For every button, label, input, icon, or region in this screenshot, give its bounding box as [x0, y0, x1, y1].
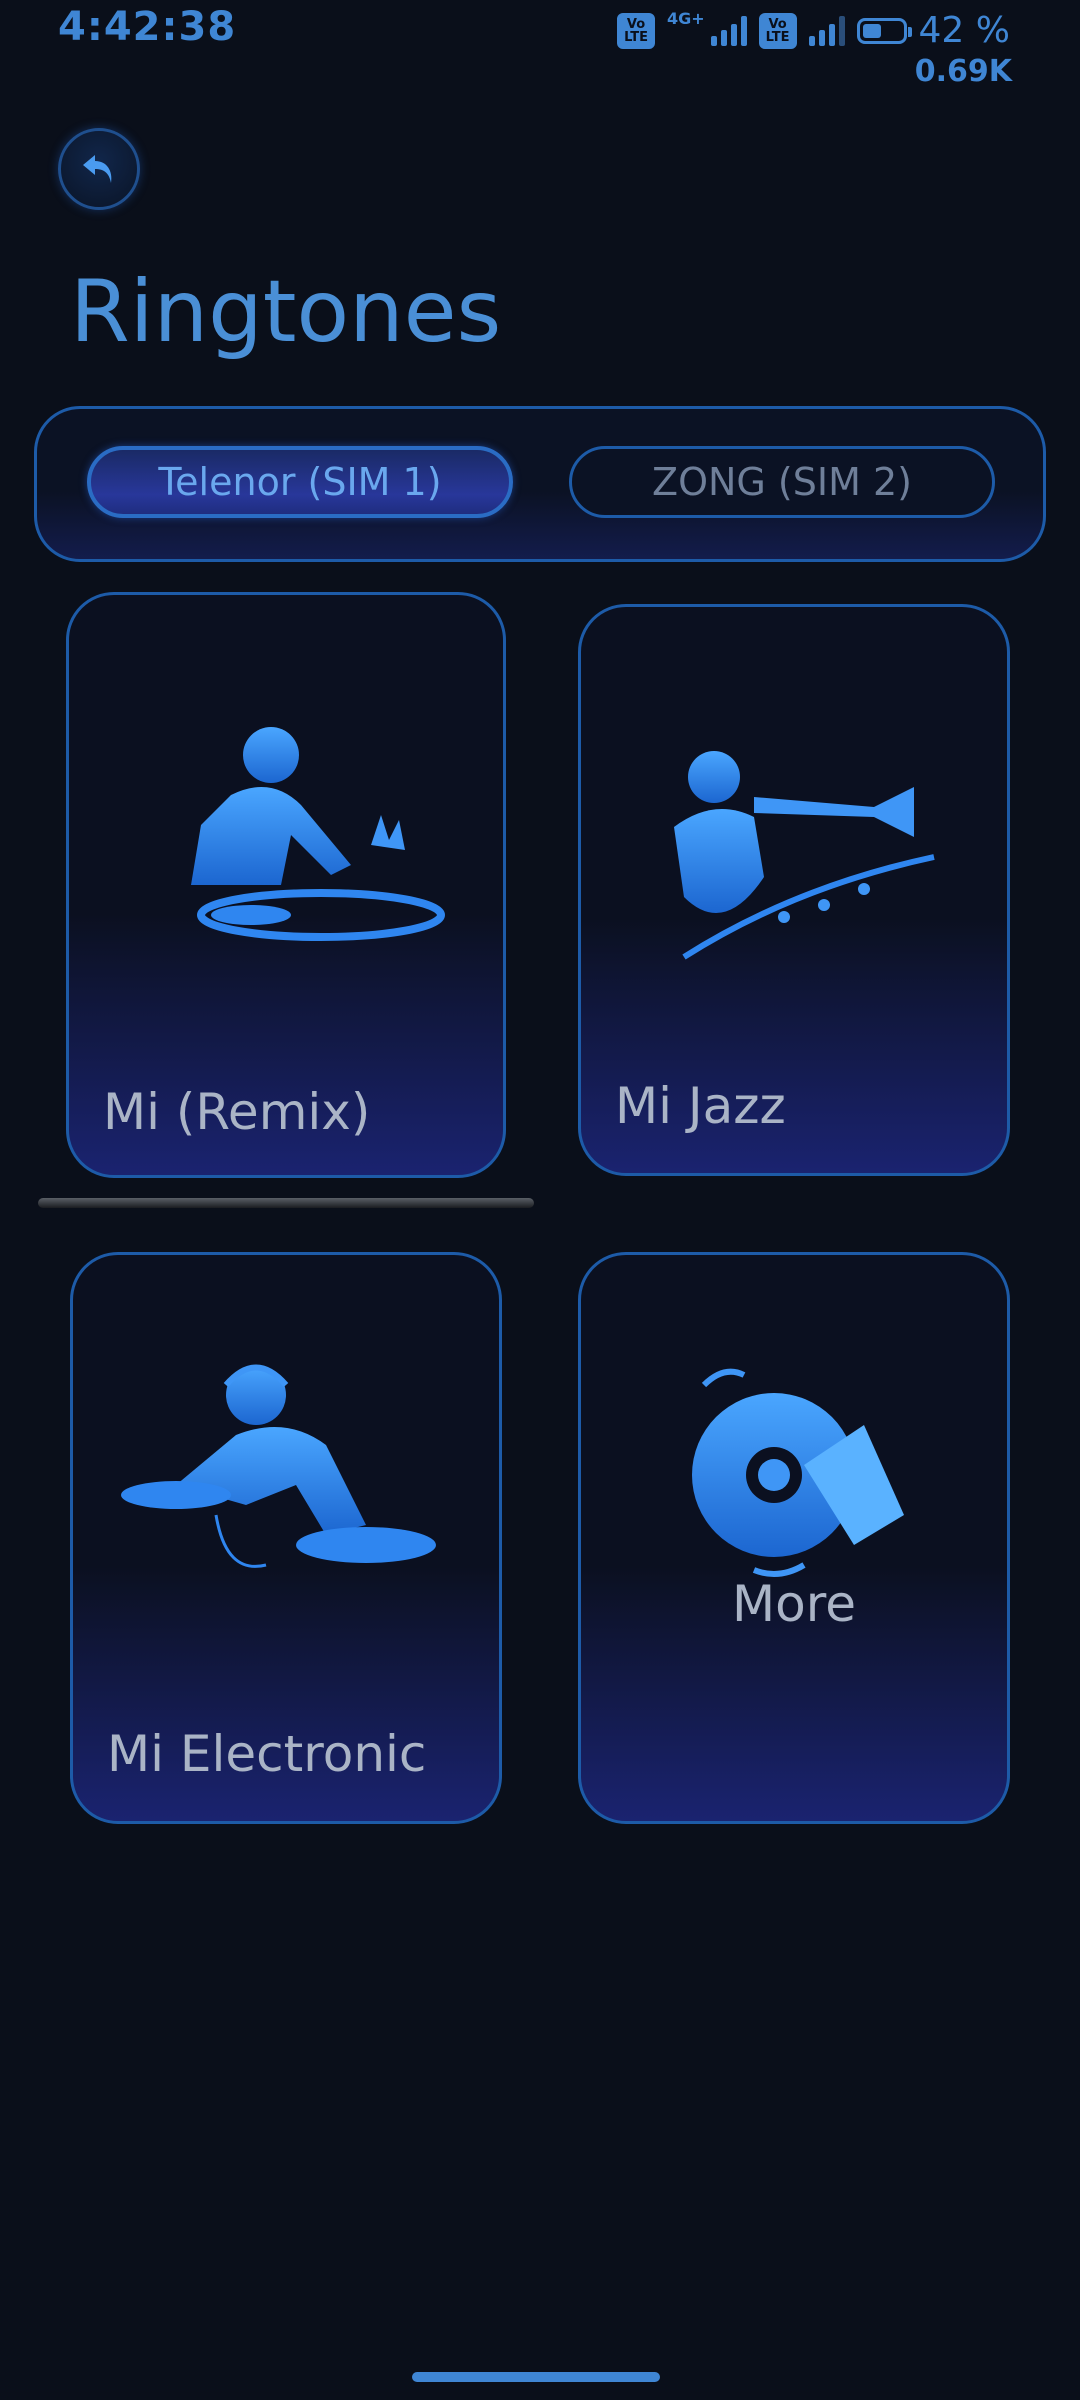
- status-bar: 4:42:38 Vo LTE 4G+ Vo LTE 42 % 0.69K: [0, 0, 1080, 100]
- status-icons: Vo LTE 4G+ Vo LTE 42 %: [617, 9, 1010, 51]
- clock: 4:42:38: [58, 4, 237, 50]
- tab-sim2[interactable]: ZONG (SIM 2): [569, 446, 995, 518]
- card-label: Mi (Remix): [103, 1083, 371, 1141]
- sim-selector: Telenor (SIM 1) ZONG (SIM 2): [34, 406, 1046, 562]
- network-speed: 0.69K: [914, 54, 1012, 89]
- ringtone-card-remix[interactable]: Mi (Remix): [66, 592, 506, 1178]
- ringtone-card-electronic[interactable]: Mi Electronic: [70, 1252, 502, 1824]
- ringtone-card-more[interactable]: More: [578, 1252, 1010, 1824]
- signal-icon-sim2: [808, 15, 845, 46]
- tab-sim1[interactable]: Telenor (SIM 1): [87, 446, 513, 518]
- trumpet-player-icon: [674, 751, 935, 960]
- disc-hand-icon: [692, 1368, 904, 1577]
- network-type: 4G+: [666, 9, 705, 28]
- battery-percent: 42 %: [918, 10, 1010, 51]
- card-label: Mi Electronic: [107, 1725, 427, 1783]
- back-arrow-icon: [83, 155, 112, 183]
- back-button[interactable]: [58, 128, 140, 210]
- card-label: More: [732, 1575, 856, 1633]
- battery-icon: [856, 17, 912, 44]
- dj-turntable-icon: [191, 727, 445, 941]
- ringtone-card-jazz[interactable]: Mi Jazz: [578, 604, 1010, 1176]
- card-label: Mi Jazz: [615, 1077, 786, 1135]
- home-indicator[interactable]: [412, 2372, 660, 2382]
- volte-icon: Vo LTE: [617, 12, 655, 49]
- signal-icon: [710, 15, 747, 46]
- volte-icon-sim2: Vo LTE: [758, 12, 797, 49]
- divider: [38, 1198, 534, 1208]
- dj-headphones-icon: [121, 1364, 436, 1568]
- page-title: Ringtones: [70, 262, 502, 362]
